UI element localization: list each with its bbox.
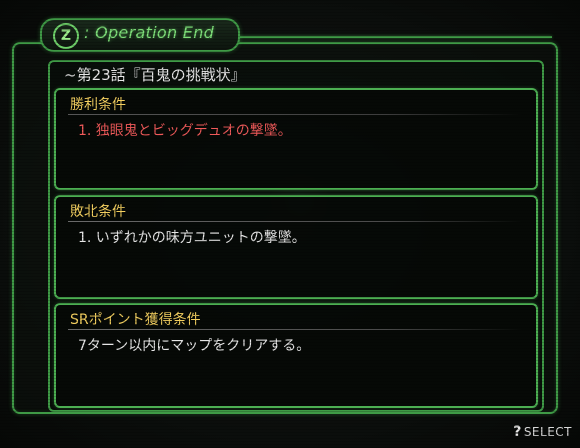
victory-condition-text: 1. 独眼鬼とビッグデュオの撃墜。 <box>78 123 292 139</box>
header-title: : Operation End <box>84 23 215 42</box>
defeat-condition-box: 敗北条件 1. いずれかの味方ユニットの撃墜。 <box>54 195 538 299</box>
victory-condition-box: 勝利条件 1. 独眼鬼とビッグデュオの撃墜。 <box>54 88 538 190</box>
defeat-condition-heading: 敗北条件 <box>70 204 126 220</box>
sr-point-condition-box: SRポイント獲得条件 7ターン以内にマップをクリアする。 <box>54 303 538 408</box>
game-screen: Z : Operation End ~第23話『百鬼の挑戦状』 勝利条件 1. … <box>0 0 580 448</box>
defeat-condition-text: 1. いずれかの味方ユニットの撃墜。 <box>78 230 306 246</box>
select-hint[interactable]: ? SELECT <box>513 424 572 440</box>
select-label: SELECT <box>523 425 572 439</box>
sr-point-condition-heading: SRポイント獲得条件 <box>70 312 201 328</box>
chapter-title: ~第23話『百鬼の挑戦状』 <box>64 66 246 84</box>
divider <box>68 221 522 222</box>
divider <box>68 114 522 115</box>
victory-condition-heading: 勝利条件 <box>70 97 126 113</box>
question-icon: ? <box>513 424 522 440</box>
z-emblem-icon: Z <box>53 23 79 49</box>
header-rule <box>236 36 552 38</box>
divider <box>68 329 522 330</box>
sr-point-condition-text: 7ターン以内にマップをクリアする。 <box>78 338 311 354</box>
